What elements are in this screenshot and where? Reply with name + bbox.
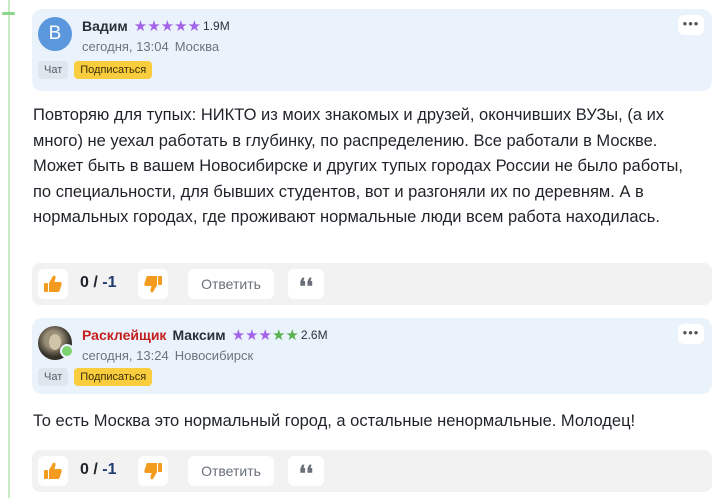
- more-options-button[interactable]: •••: [678, 324, 704, 344]
- comment-actions: 0 / -1 Ответить ❛❛: [32, 263, 712, 305]
- thread-collapse-marker[interactable]: [2, 12, 15, 15]
- star-icon: ★: [245, 326, 259, 344]
- star-icon: ★: [272, 326, 286, 344]
- score-separator: /: [88, 274, 103, 291]
- thumbs-down-icon: [144, 463, 162, 480]
- star-icon: ★: [258, 326, 272, 344]
- author-badges: Чат Подписаться: [38, 61, 153, 79]
- comment-text: Повторяю для тупых: НИКТО из моих знаком…: [33, 106, 683, 226]
- comment-date: сегодня, 13:04: [82, 39, 169, 54]
- quote-button[interactable]: ❛❛: [288, 456, 324, 487]
- avatar[interactable]: В: [38, 17, 72, 51]
- rating-stars: ★ ★ ★ ★ ★: [134, 19, 201, 34]
- comment-header: В Вадим ★ ★ ★ ★ ★ 1.9M сегодня, 13:04 Мос…: [32, 9, 712, 91]
- dislike-button[interactable]: [138, 269, 168, 299]
- comment-meta: сегодня, 13:24 Новосибирск: [82, 348, 253, 363]
- chat-button[interactable]: Чат: [38, 368, 69, 386]
- reply-button[interactable]: Ответить: [188, 456, 274, 486]
- comment-header: Расклейщик Максим ★ ★ ★ ★ ★ 2.6M сегодня…: [32, 318, 712, 394]
- star-icon: ★: [231, 326, 246, 344]
- star-icon: ★: [147, 17, 161, 35]
- author-karma: 1.9M: [203, 19, 230, 33]
- reply-button[interactable]: Ответить: [188, 269, 274, 299]
- author-surname[interactable]: Максим: [172, 327, 225, 343]
- score-positive: 0: [80, 461, 89, 478]
- author-karma: 2.6M: [300, 328, 328, 342]
- star-icon: ★: [160, 17, 175, 35]
- star-icon: ★: [133, 17, 148, 35]
- rating-stars: ★ ★ ★ ★ ★: [232, 328, 299, 343]
- star-icon: ★: [187, 17, 202, 35]
- comment-date: сегодня, 13:24: [82, 348, 169, 363]
- like-button[interactable]: [38, 456, 68, 486]
- author-row: Вадим ★ ★ ★ ★ ★ 1.9M: [82, 16, 230, 36]
- more-options-button[interactable]: •••: [678, 15, 704, 35]
- online-status-indicator: [60, 344, 74, 358]
- thumbs-up-icon: [44, 462, 62, 479]
- score-positive: 0: [80, 274, 89, 291]
- subscribe-button[interactable]: Подписаться: [74, 61, 153, 79]
- author-name[interactable]: Расклейщик: [82, 327, 166, 343]
- star-icon: ★: [285, 326, 299, 344]
- thread-line: [8, 0, 10, 498]
- star-icon: ★: [174, 17, 188, 35]
- score-separator: /: [88, 461, 103, 478]
- quote-button[interactable]: ❛❛: [288, 269, 324, 300]
- author-row: Расклейщик Максим ★ ★ ★ ★ ★ 2.6M: [82, 325, 328, 345]
- chat-button[interactable]: Чат: [38, 61, 69, 79]
- like-button[interactable]: [38, 269, 68, 299]
- score-negative: -1: [102, 274, 117, 291]
- score-negative: -1: [102, 461, 117, 478]
- comment-city: Новосибирск: [174, 348, 254, 363]
- comment-text: То есть Москва это нормальный город, а о…: [33, 412, 636, 430]
- vote-score: 0 / -1: [80, 461, 116, 479]
- thumbs-down-icon: [144, 276, 162, 293]
- thumbs-up-icon: [44, 275, 62, 292]
- author-badges: Чат Подписаться: [38, 368, 153, 386]
- comment-meta: сегодня, 13:04 Москва: [82, 39, 219, 54]
- subscribe-button[interactable]: Подписаться: [74, 368, 153, 386]
- comment-city: Москва: [174, 39, 220, 54]
- author-name[interactable]: Вадим: [82, 18, 128, 34]
- dislike-button[interactable]: [138, 456, 168, 486]
- vote-score: 0 / -1: [80, 274, 116, 292]
- comment-actions: 0 / -1 Ответить ❛❛: [32, 450, 712, 492]
